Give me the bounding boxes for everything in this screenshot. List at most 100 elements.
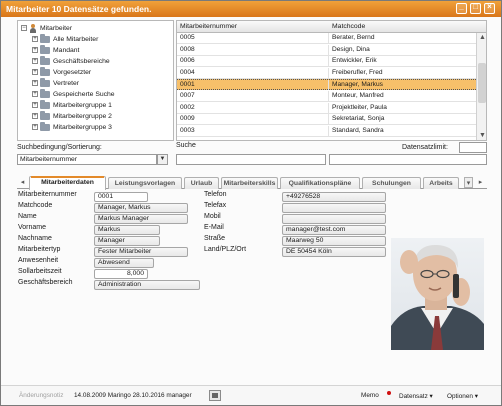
- field-value[interactable]: manager@test.com: [282, 225, 386, 235]
- memo-button[interactable]: Memo: [361, 392, 379, 399]
- cell-employee-number: 0006: [180, 57, 195, 65]
- tree-item-label: Gespeicherte Suche: [53, 91, 115, 98]
- tab[interactable]: Arbeits: [423, 177, 459, 189]
- cell-matchcode: Sekretariat, Sonja: [332, 115, 385, 123]
- table-row[interactable]: 0007 Monteur, Manfred: [177, 91, 476, 102]
- options-menu[interactable]: Optionen ▾: [447, 392, 478, 400]
- search-condition-select[interactable]: Mitarbeiternummer: [17, 154, 157, 165]
- tab[interactable]: Urlaub: [184, 177, 219, 189]
- field-label: Name: [18, 213, 37, 220]
- folder-icon: [40, 110, 50, 120]
- collapse-icon[interactable]: −: [21, 25, 27, 32]
- tab-menu-icon[interactable]: ▾: [464, 177, 473, 188]
- memo-indicator-icon: [387, 391, 391, 395]
- field-value[interactable]: [282, 203, 386, 213]
- field-value[interactable]: DE 50454 Köln: [282, 247, 386, 257]
- table-row[interactable]: 0002 Projektleiter, Paula: [177, 102, 476, 114]
- tab[interactable]: Qualifikationspläne: [280, 177, 360, 189]
- search-input-secondary[interactable]: [329, 154, 487, 165]
- tab[interactable]: Schulungen: [362, 177, 421, 189]
- table-row[interactable]: 0008 Design, Dina: [177, 44, 476, 56]
- table-row[interactable]: 0006 Entwickler, Erik: [177, 56, 476, 68]
- expand-icon[interactable]: +: [32, 36, 38, 43]
- person-on-phone-photo: [391, 244, 484, 350]
- field-label: Vorname: [18, 224, 47, 231]
- record-menu[interactable]: Datensatz ▾: [399, 392, 433, 400]
- tree-item[interactable]: + Mitarbeitergruppe 2: [32, 110, 112, 122]
- tree-item[interactable]: + Gespeicherte Suche: [32, 88, 115, 100]
- field-value[interactable]: Abwesend: [94, 258, 154, 268]
- tree-item-label: Vertreter: [53, 80, 80, 87]
- folder-icon: [40, 33, 50, 43]
- field-value[interactable]: Manager: [94, 236, 160, 246]
- employee-grid[interactable]: Mitarbeiternummer Matchcode 0005 Berater,…: [176, 20, 487, 141]
- maximize-button[interactable]: □: [470, 2, 481, 14]
- tab-scroll-right-icon[interactable]: ▸: [476, 177, 485, 188]
- cell-matchcode: Manager, Markus: [332, 81, 383, 89]
- field-value[interactable]: Administration: [94, 280, 200, 290]
- field-value[interactable]: Maarweg 50: [282, 236, 386, 246]
- expand-icon[interactable]: +: [32, 113, 38, 120]
- scroll-up-icon[interactable]: ▲: [478, 33, 486, 42]
- cell-employee-number: 0005: [180, 34, 195, 41]
- tree-item[interactable]: + Vertreter: [32, 77, 80, 89]
- scroll-thumb[interactable]: [478, 63, 486, 103]
- field-value[interactable]: 8,000: [94, 269, 148, 279]
- folder-icon: [40, 88, 50, 98]
- tree-item-label: Geschäftsbereiche: [53, 58, 110, 65]
- tree-item-label: Vorgesetzter: [53, 69, 92, 76]
- calendar-icon[interactable]: [209, 390, 221, 401]
- employee-window: Mitarbeiter 10 Datensätze gefunden. _ □ …: [0, 0, 502, 406]
- column-header-matchcode[interactable]: Matchcode: [332, 23, 365, 30]
- cell-matchcode: Monteur, Manfred: [332, 92, 384, 99]
- field-value[interactable]: Markus: [94, 225, 160, 235]
- tab[interactable]: Mitarbeiterdaten: [29, 176, 106, 190]
- tab[interactable]: Mitarbeiterskills: [221, 177, 278, 189]
- tree-item[interactable]: + Mitarbeitergruppe 3: [32, 121, 112, 133]
- tree-root[interactable]: − Mitarbeiter: [21, 23, 72, 34]
- tab-scroll-left-icon[interactable]: ◂: [18, 177, 27, 188]
- field-label: Geschäftsbereich: [18, 279, 73, 286]
- expand-icon[interactable]: +: [32, 69, 38, 76]
- chevron-down-icon[interactable]: ▼: [157, 154, 168, 165]
- expand-icon[interactable]: +: [32, 80, 38, 87]
- status-bar: Änderungsnotiz 14.08.2009 Maringo 28.10.…: [1, 385, 501, 405]
- change-note-text: 14.08.2009 Maringo 28.10.2016 manager: [74, 392, 192, 399]
- tree-item[interactable]: + Geschäftsbereiche: [32, 55, 110, 67]
- field-value[interactable]: Manager, Markus: [94, 203, 188, 213]
- table-row[interactable]: 0001 Manager, Markus: [177, 79, 476, 91]
- close-button[interactable]: ×: [484, 2, 495, 14]
- column-divider: [328, 56, 329, 67]
- category-tree[interactable]: − Mitarbeiter + Alle Mitarbeiter + Mandant + G…: [17, 20, 174, 141]
- scroll-down-icon[interactable]: ▼: [478, 131, 486, 140]
- grid-scrollbar[interactable]: ▲ ▼: [476, 33, 486, 140]
- table-row[interactable]: 0005 Berater, Bernd: [177, 33, 476, 44]
- search-input[interactable]: [176, 154, 326, 165]
- field-value[interactable]: 0001: [94, 192, 148, 202]
- field-value[interactable]: Fester Mitarbeiter: [94, 247, 188, 257]
- field-value[interactable]: Markus Manager: [94, 214, 188, 224]
- tree-item[interactable]: + Mandant: [32, 44, 79, 56]
- expand-icon[interactable]: +: [32, 102, 38, 109]
- column-divider: [328, 102, 329, 113]
- field-value[interactable]: +49276528: [282, 192, 386, 202]
- tree-item[interactable]: + Mitarbeitergruppe 1: [32, 99, 112, 111]
- folder-icon: [40, 66, 50, 76]
- expand-icon[interactable]: +: [32, 58, 38, 65]
- field-label: Matchcode: [18, 202, 53, 209]
- tab[interactable]: Leistungsvorlagen: [108, 177, 182, 189]
- field-value[interactable]: [282, 214, 386, 224]
- expand-icon[interactable]: +: [32, 124, 38, 131]
- table-row[interactable]: 0009 Sekretariat, Sonja: [177, 114, 476, 126]
- field-label: Sollarbeitszeit: [18, 268, 62, 275]
- expand-icon[interactable]: +: [32, 91, 38, 98]
- minimize-button[interactable]: _: [456, 2, 467, 14]
- column-header-number[interactable]: Mitarbeiternummer: [180, 23, 237, 30]
- record-limit-input[interactable]: [459, 142, 487, 153]
- expand-icon[interactable]: +: [32, 47, 38, 54]
- table-row[interactable]: 0003 Standard, Sandra: [177, 125, 476, 137]
- tree-item[interactable]: + Alle Mitarbeiter: [32, 33, 98, 45]
- tree-item[interactable]: + Vorgesetzter: [32, 66, 92, 78]
- table-row[interactable]: 0004 Freiberufler, Fred: [177, 67, 476, 79]
- folder-icon: [40, 55, 50, 65]
